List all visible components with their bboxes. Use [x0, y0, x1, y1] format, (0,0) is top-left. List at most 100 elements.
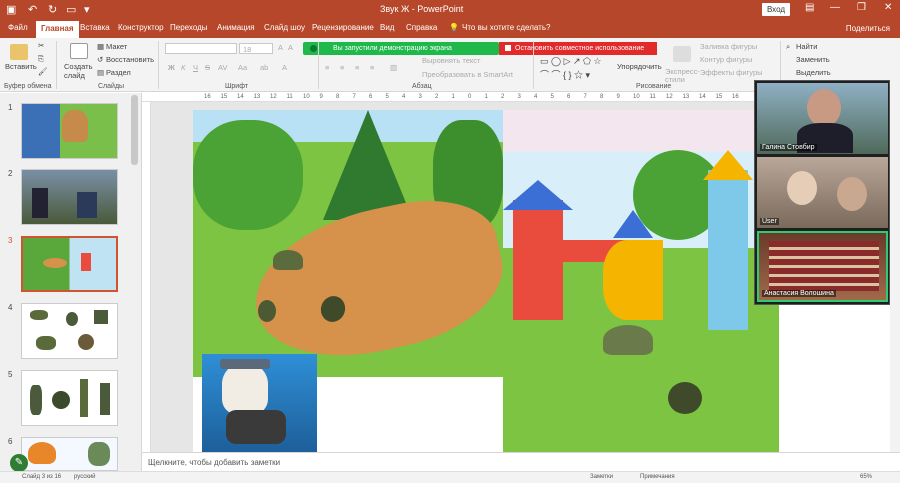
ruler-tick: 9 [616, 94, 620, 100]
font-name-input[interactable] [165, 43, 237, 54]
change-case-icon[interactable]: Aa [238, 63, 247, 72]
layout-icon[interactable]: ▦ [97, 42, 104, 51]
justify-icon[interactable]: ≡ [370, 63, 374, 72]
shapes-gallery[interactable]: ▭ ◯ ▷ ↗ ⬠ ☆ [540, 56, 601, 67]
tab-insert[interactable]: Вставка [80, 23, 110, 32]
pen-tool-icon[interactable]: ✎ [10, 454, 28, 472]
shapes-gallery-row2[interactable]: ⌒ ⌒ { } ☆ ▾ [540, 68, 590, 81]
new-slide-button[interactable]: Создать слайд [64, 62, 96, 80]
select-button[interactable]: Выделить [796, 68, 831, 77]
ruler-tick: 15 [220, 94, 228, 100]
effects-button[interactable]: Эффекты фигуры [700, 68, 763, 77]
tab-home[interactable]: Главная [36, 21, 79, 38]
slide-thumbnail-1[interactable] [21, 103, 118, 159]
mine-image [78, 334, 94, 350]
slides-group-label: Слайды [98, 83, 125, 90]
ribbon-options-icon[interactable]: ▤ [805, 2, 814, 13]
thumbnails-scrollbar[interactable] [131, 95, 138, 165]
participant-tile[interactable]: Галина Стовбир [757, 83, 888, 154]
align-text-button[interactable]: Выровнять текст [422, 56, 480, 65]
find-button[interactable]: Найти [796, 42, 817, 51]
redo-icon[interactable]: ↻ [48, 3, 57, 17]
shrink-font-icon[interactable]: A [288, 43, 293, 52]
minimize-button[interactable]: — [830, 2, 840, 13]
fill-button[interactable]: Заливка фигуры [700, 42, 757, 51]
stop-icon [505, 45, 511, 51]
slide-thumbnail-5[interactable] [21, 370, 118, 426]
new-slide-icon[interactable] [70, 43, 88, 59]
tab-help[interactable]: Справка [406, 23, 437, 32]
tab-design[interactable]: Конструктор [118, 23, 164, 32]
columns-icon[interactable]: ▥ [390, 63, 397, 72]
align-left-icon[interactable]: ≡ [325, 63, 329, 72]
slide-thumbnails-pane: 1 2 3 4 5 6 ✎ [0, 93, 142, 472]
language-indicator[interactable]: русский [74, 474, 96, 480]
underline-button[interactable]: Ч [193, 63, 198, 72]
slide-thumbnail-6[interactable] [21, 437, 118, 471]
tab-file[interactable]: Файл [8, 23, 28, 32]
reset-button[interactable]: Восстановить [106, 55, 154, 64]
align-center-icon[interactable]: ≡ [340, 63, 344, 72]
maximize-button[interactable]: ❐ [857, 2, 866, 13]
customize-icon[interactable]: ▾ [84, 3, 90, 17]
login-button[interactable]: Вход [762, 3, 790, 16]
ruler-tick: 14 [237, 94, 244, 100]
section-button[interactable]: Раздел [106, 68, 131, 77]
ruler-tick: 1 [451, 94, 455, 100]
align-right-icon[interactable]: ≡ [355, 63, 359, 72]
tab-animations[interactable]: Анимация [217, 23, 255, 32]
reset-icon[interactable]: ↺ [97, 55, 103, 64]
quick-styles-button[interactable]: Экспресс-стили [665, 68, 700, 84]
divider [158, 41, 159, 89]
char-spacing-icon[interactable]: AV [218, 63, 227, 72]
slideshow-icon[interactable]: ▭ [66, 3, 76, 17]
undo-icon[interactable]: ↶ [28, 3, 37, 17]
copy-icon[interactable]: ⎘ [38, 54, 44, 64]
tab-transitions[interactable]: Переходы [170, 23, 208, 32]
divider [318, 41, 319, 89]
slide-thumbnail-2[interactable] [21, 169, 118, 225]
tab-view[interactable]: Вид [380, 23, 394, 32]
tab-review[interactable]: Рецензирование [312, 23, 374, 32]
participant-tile-active[interactable]: Анастасия Волошина [757, 231, 888, 302]
arrange-button[interactable]: Упорядочить [617, 62, 662, 71]
notes-toggle[interactable]: Заметки [590, 474, 613, 480]
right-scrollbar[interactable] [890, 80, 900, 452]
tab-slideshow[interactable]: Слайд шоу [264, 23, 305, 32]
format-painter-icon[interactable]: 🖌 [38, 67, 48, 76]
grow-font-icon[interactable]: A [278, 43, 283, 52]
save-icon[interactable]: ▣ [6, 3, 16, 17]
slide-thumbnail-3[interactable] [21, 236, 118, 292]
zoom-level[interactable]: 65% [860, 474, 872, 480]
font-size-input[interactable]: 18 [239, 43, 273, 54]
highlight-icon[interactable]: ab [260, 63, 268, 72]
close-button[interactable]: ✕ [884, 2, 892, 13]
tell-me-input[interactable]: Что вы хотите сделать? [462, 23, 550, 32]
current-slide[interactable] [193, 110, 779, 455]
paste-icon[interactable] [10, 44, 28, 60]
participant-tile[interactable]: User [757, 157, 888, 228]
ruler-tick: 3 [517, 94, 521, 100]
section-icon[interactable]: ▤ [97, 68, 104, 77]
replace-button[interactable]: Заменить [796, 55, 830, 64]
ruler-tick: 16 [732, 94, 739, 100]
search-icon[interactable]: ⌕ [786, 42, 790, 52]
paste-button[interactable]: Вставить [5, 62, 37, 71]
cut-icon[interactable]: ✂ [38, 41, 44, 50]
participant-name: Анастасия Волошина [762, 290, 836, 297]
italic-button[interactable]: К [181, 63, 185, 72]
layout-button[interactable]: Макет [106, 42, 127, 51]
bold-button[interactable]: Ж [168, 63, 175, 72]
smartart-button[interactable]: Преобразовать в SmartArt [422, 70, 513, 79]
share-button[interactable]: Поделиться [846, 24, 890, 33]
outline-button[interactable]: Контур фигуры [700, 55, 752, 64]
font-color-icon[interactable]: A [282, 63, 287, 72]
slide-thumbnail-4[interactable] [21, 303, 118, 359]
comments-toggle[interactable]: Примечания [640, 474, 675, 480]
quick-styles-icon[interactable] [673, 46, 691, 62]
slide-number: 6 [8, 437, 13, 446]
stop-share-button[interactable]: Остановить совместное использование [499, 42, 657, 55]
divider [56, 41, 57, 89]
notes-pane[interactable]: Щелкните, чтобы добавить заметки [142, 452, 900, 471]
strikethrough-button[interactable]: S [205, 63, 210, 72]
